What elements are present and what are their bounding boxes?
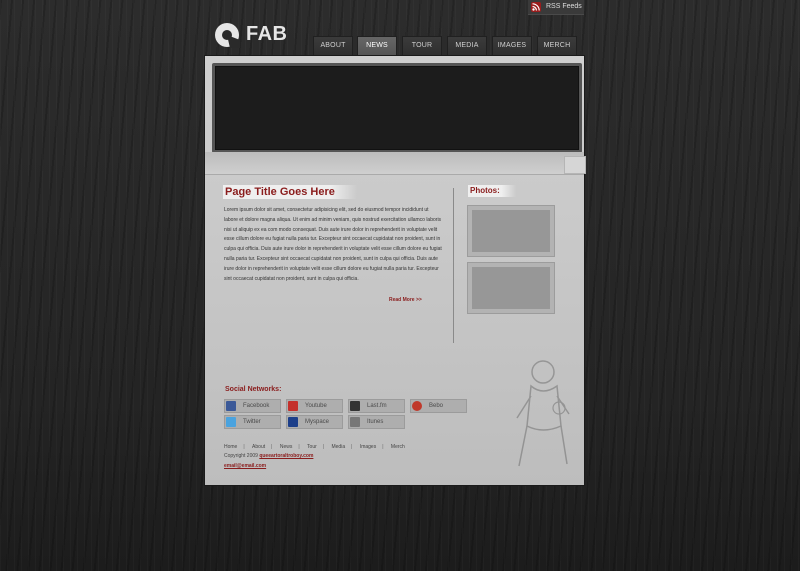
social-label: Last.fm	[367, 403, 387, 409]
footer-link-home[interactable]: Home	[224, 444, 237, 450]
nav-tab-label: IMAGES	[497, 42, 527, 49]
nav-tab-label: MEDIA	[455, 42, 479, 49]
social-bebo-button[interactable]: Bebo	[410, 399, 467, 413]
social-label: Bebo	[429, 403, 444, 409]
nav-tab-label: TOUR	[411, 42, 433, 49]
social-label: Twitter	[243, 419, 261, 425]
footer-nav: Home | About | News | Tour | Media | Images | …	[224, 444, 405, 450]
nav-tab-label: NEWS	[366, 42, 388, 49]
nav-tab-news[interactable]: NEWS	[357, 36, 397, 56]
nav-tab-label: ABOUT	[320, 42, 346, 49]
featured-slider[interactable]	[212, 63, 582, 153]
footer-separator: |	[298, 444, 300, 450]
content-panel: Page Title Goes Here Lorem ipsum dolor s…	[205, 56, 586, 485]
social-youtube-button[interactable]: Youtube	[286, 399, 343, 413]
logo-mark-icon	[214, 22, 240, 48]
read-more-link[interactable]: Read More >>	[389, 297, 422, 303]
nav-tab-images[interactable]: IMAGES	[492, 36, 532, 56]
footer-link-news[interactable]: News	[280, 444, 293, 450]
body-text: Lorem ipsum dolor sit amet, consectetur …	[224, 207, 442, 282]
social-networks-title: Social Networks:	[225, 386, 282, 393]
lastfm-icon	[350, 401, 360, 411]
footer-separator: |	[382, 444, 384, 450]
photos-title: Photos:	[468, 185, 516, 197]
social-label: Myspace	[305, 419, 330, 425]
photo-thumbnail[interactable]	[468, 263, 554, 313]
myspace-icon	[288, 417, 298, 427]
itunes-icon	[350, 417, 360, 427]
footer-separator: |	[243, 444, 245, 450]
footer-link-merch[interactable]: Merch	[391, 444, 405, 450]
copyright-text: Copyright 2009	[224, 453, 258, 459]
social-myspace-button[interactable]: Myspace	[286, 415, 343, 429]
bebo-icon	[412, 401, 422, 411]
sketch-illustration	[516, 360, 570, 467]
page-title: Page Title Goes Here	[223, 185, 357, 199]
social-twitter-button[interactable]: Twitter	[224, 415, 281, 429]
social-lastfm-button[interactable]: Last.fm	[348, 399, 405, 413]
social-label: Itunes	[367, 419, 384, 425]
facebook-icon	[226, 401, 236, 411]
footer-separator: |	[271, 444, 273, 450]
logo-text: FAB	[246, 23, 288, 45]
youtube-icon	[288, 401, 298, 411]
social-facebook-button[interactable]: Facebook	[224, 399, 281, 413]
nav-tab-tour[interactable]: TOUR	[402, 36, 442, 56]
social-label: Youtube	[305, 403, 327, 409]
photo-thumbnail[interactable]	[468, 206, 554, 256]
column-divider	[453, 188, 454, 343]
nav-tab-media[interactable]: MEDIA	[447, 36, 487, 56]
twitter-icon	[226, 417, 236, 427]
footer-link-media[interactable]: Media	[331, 444, 345, 450]
nav-tab-about[interactable]: ABOUT	[313, 36, 353, 56]
rss-label: RSS Feeds	[546, 3, 582, 10]
footer-separator: |	[351, 444, 353, 450]
footer-link-tour[interactable]: Tour	[307, 444, 317, 450]
paper-clip-decoration	[564, 156, 586, 174]
footer-separator: |	[322, 444, 325, 450]
copyright: Copyright 2009 queeartoraltroboy.com	[224, 453, 313, 459]
social-itunes-button[interactable]: Itunes	[348, 415, 405, 429]
rss-feeds-link[interactable]: RSS Feeds	[528, 0, 584, 15]
footer-link-about[interactable]: About	[252, 444, 265, 450]
social-label: Facebook	[243, 403, 270, 409]
rss-icon	[531, 2, 541, 12]
footer-link-images[interactable]: Images	[360, 444, 376, 450]
nav-tab-merch[interactable]: MERCH	[537, 36, 577, 56]
copyright-link[interactable]: queeartoraltroboy.com	[259, 453, 313, 459]
torn-paper-divider	[205, 152, 584, 175]
email-link[interactable]: email@email.com	[224, 463, 266, 469]
nav-tab-label: MERCH	[543, 42, 571, 49]
